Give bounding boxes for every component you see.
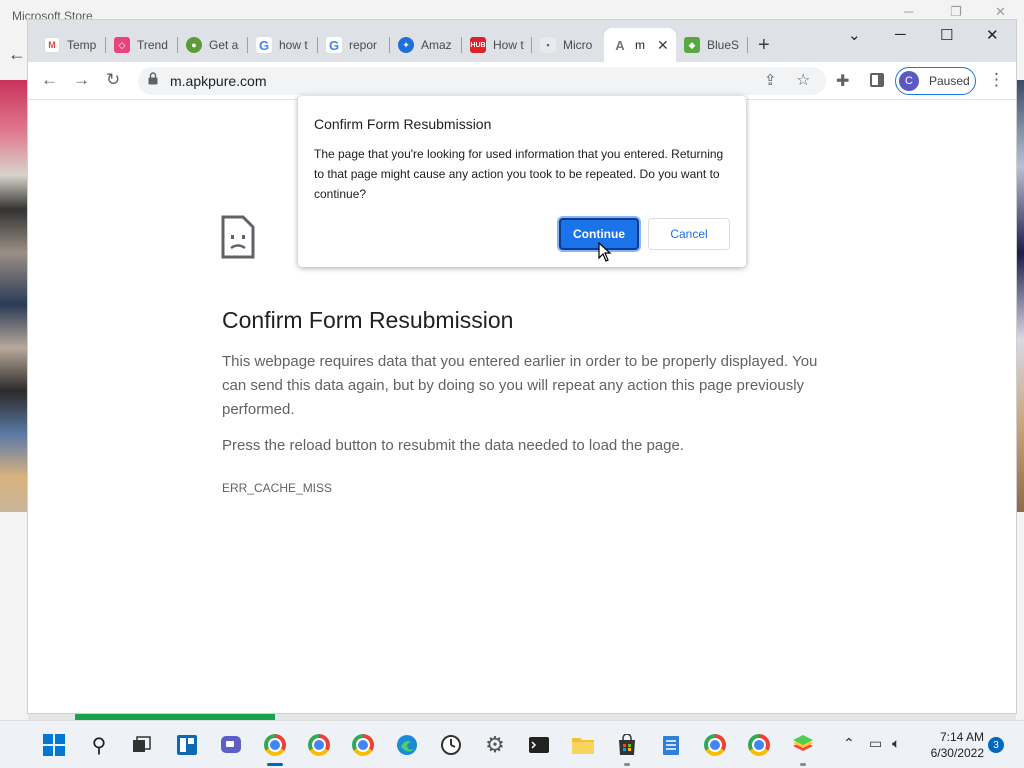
tab-trends[interactable]: ◇ Trend — [106, 28, 178, 62]
volume-icon[interactable]: 🔈︎ — [892, 735, 900, 752]
chrome-profile-2-icon[interactable] — [307, 733, 331, 757]
amazon-icon: ✦ — [398, 37, 414, 53]
cancel-button[interactable]: Cancel — [648, 218, 730, 250]
clock-app-icon[interactable] — [439, 733, 463, 757]
chrome-profile-3-icon[interactable] — [351, 733, 375, 757]
tab-gmail[interactable]: M Temp — [36, 28, 106, 62]
lock-icon — [148, 72, 158, 85]
tab-google-report[interactable]: G repor — [318, 28, 390, 62]
profile-button[interactable]: C Paused — [895, 67, 976, 95]
tab-microsoft[interactable]: ▪ Micro — [532, 28, 604, 62]
tab-google-how[interactable]: G how t — [248, 28, 318, 62]
url-text: m.apkpure.com — [170, 73, 267, 89]
edge-icon[interactable] — [395, 733, 419, 757]
browser-toolbar: ← → ↻ m.apkpure.com ⇪ ☆ ✚ C Paused ⋮ — [28, 62, 1016, 100]
sad-page-icon — [221, 215, 255, 259]
hub-icon: HUB — [470, 37, 486, 53]
store-install-bar — [75, 712, 275, 720]
google-icon: G — [256, 37, 272, 53]
bluestacks-icon: ◆ — [684, 37, 700, 53]
address-bar[interactable]: m.apkpure.com ⇪ ☆ — [138, 67, 826, 95]
tab-apkpure-active[interactable]: A m ✕ — [604, 28, 676, 62]
store-app-artwork-right — [1016, 80, 1024, 512]
side-panel-icon[interactable] — [870, 73, 884, 87]
wechat-icon: ● — [186, 37, 202, 53]
error-description: This webpage requires data that you ente… — [222, 353, 818, 418]
gmail-icon: M — [44, 37, 60, 53]
clock-date: 6/30/2022 — [930, 746, 984, 760]
share-icon[interactable]: ⇪ — [764, 71, 777, 89]
notepad-icon[interactable] — [659, 733, 683, 757]
chrome-profile-5-icon[interactable] — [747, 733, 771, 757]
tab-label: Amaz — [421, 38, 452, 52]
new-tab-plus-icon[interactable]: + — [758, 34, 770, 57]
bluestacks-taskbar-icon[interactable] — [791, 733, 815, 757]
google-icon: G — [326, 37, 342, 53]
window-close-icon[interactable]: ✕ — [986, 26, 999, 44]
settings-gear-icon[interactable]: ⚙ — [483, 732, 507, 757]
store-maximize-icon[interactable]: ❐ — [950, 4, 962, 20]
extensions-puzzle-icon[interactable]: ✚ — [836, 71, 849, 91]
tab-label: how t — [279, 38, 308, 52]
tab-label: repor — [349, 38, 378, 52]
active-app-indicator — [267, 763, 283, 766]
notification-badge[interactable]: 3 — [988, 737, 1004, 753]
store-app-artwork-left — [0, 80, 28, 512]
profile-status: Paused — [929, 74, 970, 88]
bookmark-star-icon[interactable]: ☆ — [796, 70, 810, 90]
tab-label: Micro — [563, 38, 593, 52]
widgets-icon[interactable] — [175, 733, 199, 757]
tab-bluestacks[interactable]: ◆ BlueS — [676, 28, 748, 62]
forward-arrow-icon[interactable]: → — [73, 70, 90, 90]
open-app-indicator — [800, 763, 806, 766]
tab-howto[interactable]: HUB How t — [462, 28, 532, 62]
error-heading: Confirm Form Resubmission — [222, 307, 514, 333]
tray-overflow-chevron-icon[interactable]: ⌃ — [843, 735, 855, 752]
store-back-icon[interactable]: ← — [8, 44, 26, 65]
dialog-title: Confirm Form Resubmission — [314, 116, 492, 132]
mouse-cursor-icon — [598, 242, 612, 262]
reload-icon[interactable]: ↻ — [106, 70, 120, 90]
system-clock[interactable]: 7:14 AM 6/30/2022 — [918, 729, 984, 761]
tab-amazon[interactable]: ✦ Amaz — [390, 28, 462, 62]
terminal-icon[interactable] — [527, 733, 551, 757]
store-close-icon[interactable]: ✕ — [995, 4, 1006, 20]
tab-label: How t — [493, 38, 524, 52]
tab-close-icon[interactable]: ✕ — [657, 37, 669, 54]
file-explorer-icon[interactable] — [571, 733, 595, 757]
clock-time: 7:14 AM — [939, 730, 984, 744]
minimize-icon[interactable]: ─ — [895, 26, 906, 43]
taskbar: ⚲ ⚙ ⌃ ▭ 🔈︎ 7:14 AM 6/30/2022 3 — [0, 720, 1024, 768]
confirm-resubmission-dialog: Confirm Form Resubmission The page that … — [298, 96, 746, 267]
tab-label: Temp — [67, 38, 97, 52]
task-view-icon[interactable] — [130, 733, 154, 757]
trends-icon: ◇ — [114, 37, 130, 53]
back-arrow-icon[interactable]: ← — [41, 70, 58, 90]
tab-wechat[interactable]: ● Get a — [178, 28, 248, 62]
microsoft-icon: ▪ — [540, 37, 556, 53]
open-app-indicator — [624, 763, 630, 766]
tab-label: Trend — [137, 38, 168, 52]
chrome-profile-4-icon[interactable] — [703, 733, 727, 757]
error-reload-hint: Press the reload button to resubmit the … — [222, 437, 684, 454]
apkpure-icon: A — [612, 37, 628, 53]
avatar: C — [899, 71, 919, 91]
tab-label: BlueS — [707, 38, 740, 52]
search-icon[interactable]: ⚲ — [87, 733, 111, 757]
store-minimize-icon[interactable]: ─ — [904, 4, 913, 19]
dialog-message: The page that you're looking for used in… — [314, 147, 724, 201]
maximize-icon[interactable]: ☐ — [940, 26, 953, 44]
microsoft-store-icon[interactable] — [615, 733, 639, 757]
tab-label: Get a — [209, 38, 239, 52]
kebab-menu-icon[interactable]: ⋮ — [988, 70, 1005, 90]
chrome-taskbar-icon[interactable] — [263, 733, 287, 757]
teams-chat-icon[interactable] — [219, 733, 243, 757]
tab-strip: M Temp ◇ Trend ● Get a G how t G repor ✦… — [28, 20, 1016, 62]
windows-start-icon[interactable] — [42, 733, 66, 757]
tab-search-chevron-icon[interactable]: ⌄ — [848, 26, 861, 44]
error-code: ERR_CACHE_MISS — [222, 481, 333, 495]
network-icon[interactable]: ▭ — [869, 735, 882, 752]
tab-label: m — [635, 38, 645, 52]
